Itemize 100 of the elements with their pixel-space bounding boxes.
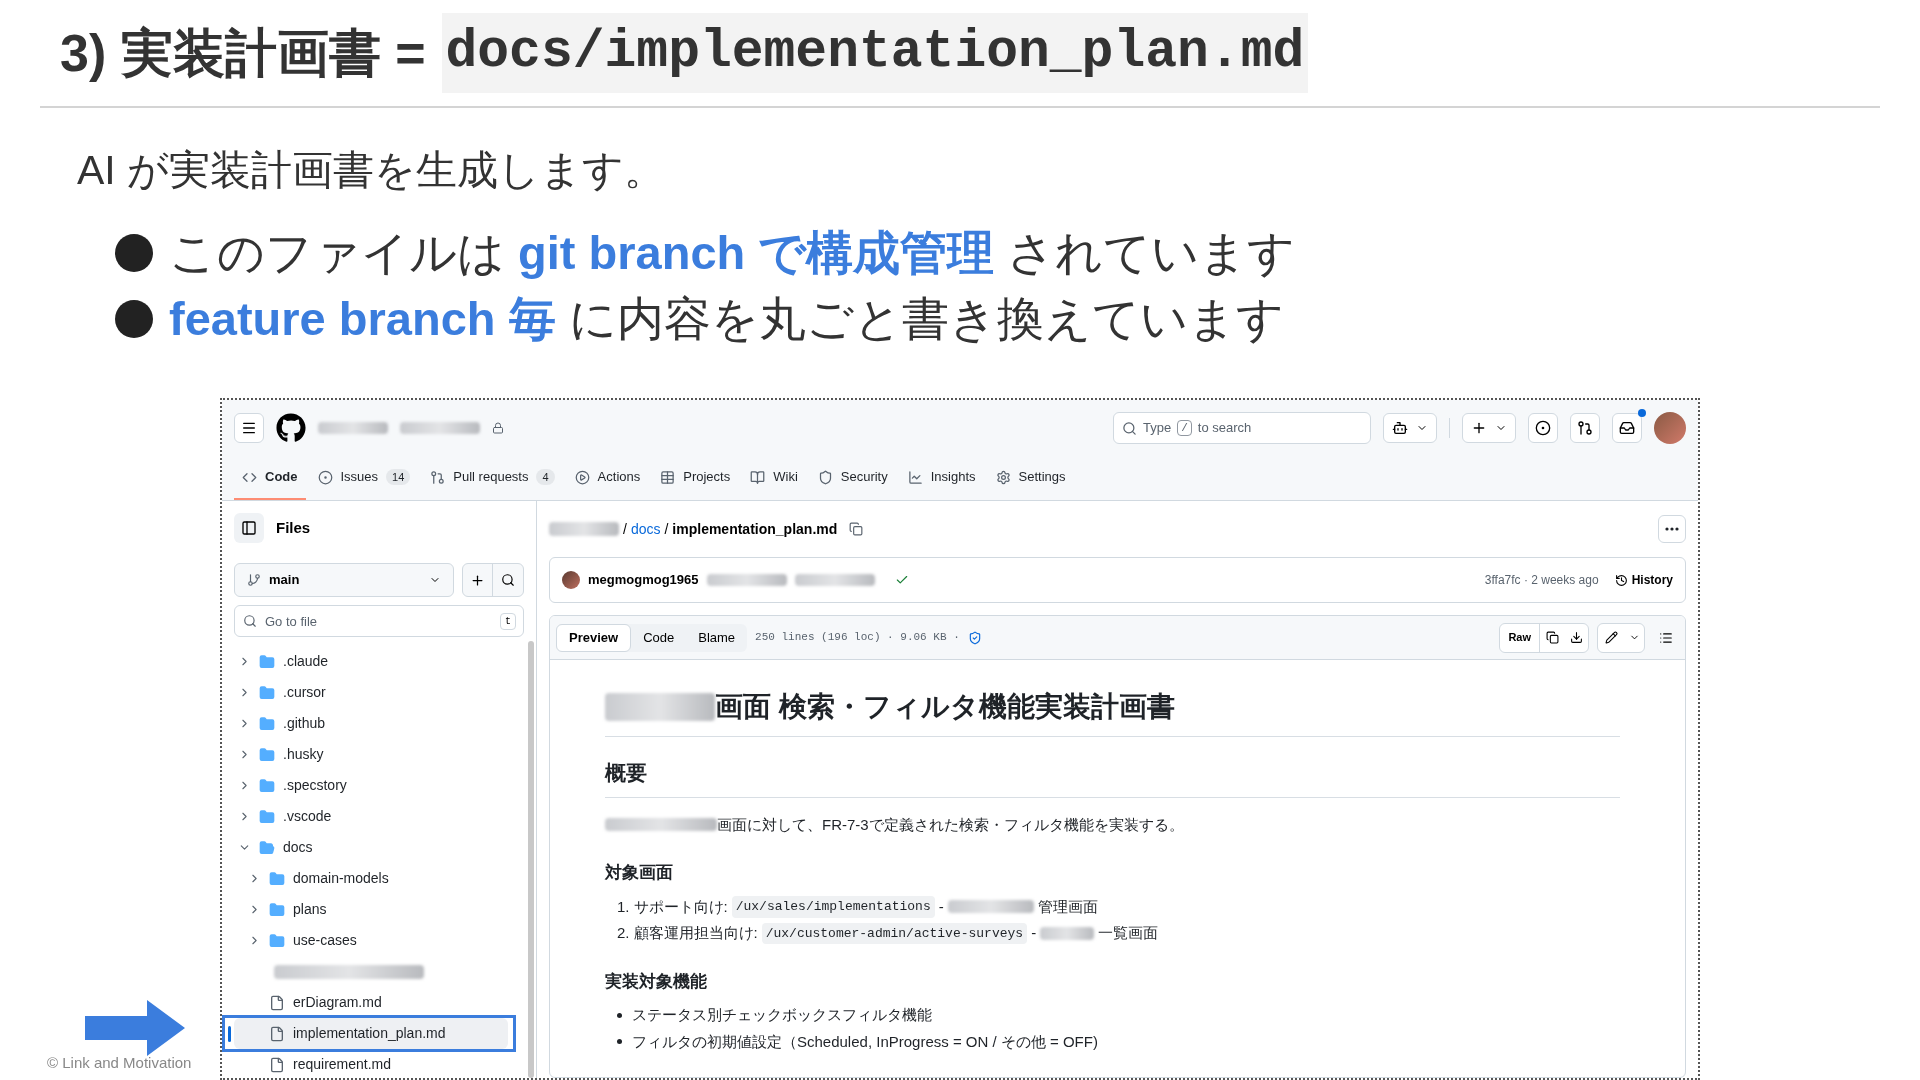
lock-icon	[492, 422, 504, 434]
arrow-icon	[85, 1000, 185, 1056]
more-button[interactable]	[1658, 515, 1686, 543]
view-tab[interactable]: Preview	[556, 623, 632, 652]
create-button[interactable]	[1462, 413, 1516, 443]
subsection-heading: 実装対象機能	[605, 970, 708, 993]
download-icon	[1569, 631, 1583, 644]
copy-icon	[1545, 631, 1559, 644]
tree-item[interactable]: .github	[234, 708, 508, 739]
title-code: docs/implementation_plan.md	[441, 13, 1309, 93]
count-badge: 14	[386, 468, 411, 486]
list-text: -	[938, 896, 944, 917]
section-heading: 概要	[605, 757, 1620, 798]
folder-icon	[269, 932, 285, 949]
pull-requests-button[interactable]	[1570, 413, 1600, 443]
copyright-text: © Link and Motivation	[47, 1052, 192, 1073]
tree-item[interactable]: .specstory	[234, 770, 508, 801]
shortcut-key: t	[500, 613, 516, 630]
list-text: 管理画面	[1037, 896, 1098, 917]
document-title: 画面 検索・フィルタ機能実装計画書	[715, 690, 1175, 724]
play-icon	[574, 469, 590, 485]
plus-icon	[470, 572, 485, 588]
file-info: 250 lines (196 loc) · 9.06 KB ·	[755, 630, 960, 646]
inbox-icon	[1619, 420, 1635, 436]
repo-tab[interactable]: Projects	[652, 456, 739, 500]
inline-code: /ux/customer-admin/active-surveys	[761, 922, 1028, 944]
search-icon	[1122, 420, 1137, 436]
tree-item[interactable]: use-cases	[234, 925, 508, 956]
repo-tab[interactable]: Insights	[899, 456, 984, 500]
tree-item[interactable]: .cursor	[234, 677, 508, 708]
shield-icon	[967, 630, 982, 645]
inbox-button[interactable]	[1612, 413, 1642, 443]
search-icon	[501, 573, 515, 587]
issue-icon	[317, 469, 333, 485]
sidebar-title: Files	[276, 517, 311, 538]
tree-item[interactable]: requirement.md	[234, 1049, 508, 1078]
copy-icon	[849, 522, 864, 536]
count-badge: 4	[536, 468, 555, 486]
repo-tab[interactable]: Pull requests 4	[422, 456, 563, 500]
branch-select[interactable]: main	[234, 563, 454, 597]
list-text: ステータス別チェックボックスフィルタ機能	[632, 1005, 932, 1025]
search-field[interactable]: Type / to search	[1113, 412, 1371, 444]
folder-icon	[259, 777, 275, 794]
list-text: -	[1031, 923, 1037, 943]
commit-meta: 3ffa7fc · 2 weeks ago	[1484, 572, 1599, 589]
redacted-block	[318, 422, 388, 434]
selection-bar	[228, 1026, 231, 1042]
repo-tab[interactable]: Issues 14	[309, 456, 419, 500]
list-text: 顧客運用担当向け:	[633, 923, 758, 943]
bullet-text: feature branch 毎 に内容を丸ごと書き換えています	[169, 290, 1284, 347]
file-icon	[269, 994, 285, 1011]
bullet-icon	[115, 300, 153, 338]
paragraph: 画面に対して、FR-7-3で定義された検索・フィルタ機能を実装する。	[717, 814, 1184, 835]
lead-text: AI が実装計画書を生成します。	[77, 146, 666, 195]
folder-icon	[259, 746, 275, 763]
tree-item[interactable]: docs	[234, 832, 508, 863]
tree-item[interactable]: implementation_plan.md	[234, 1018, 508, 1049]
search-hint: Type	[1143, 419, 1172, 438]
view-tab[interactable]: Code	[631, 623, 687, 652]
sidebar-toggle[interactable]	[234, 513, 264, 543]
table-icon	[660, 469, 676, 485]
commit-author: megmogmog1965	[588, 571, 699, 590]
repo-tab[interactable]: Actions	[566, 456, 649, 500]
issues-button[interactable]	[1528, 413, 1558, 443]
tree-item[interactable]: erDiagram.md	[234, 987, 508, 1018]
repo-tab[interactable]: Settings	[987, 456, 1074, 500]
shortcut-key: /	[1177, 420, 1192, 436]
menu-button[interactable]	[234, 413, 264, 443]
folder-icon	[259, 715, 275, 732]
avatar[interactable]	[1654, 412, 1686, 444]
copilot-button[interactable]	[1383, 413, 1437, 443]
github-logo-icon	[276, 413, 306, 443]
repo-tab[interactable]: Security	[809, 456, 896, 500]
folder-icon	[269, 870, 285, 887]
folder-icon	[269, 901, 285, 918]
folder-icon	[259, 808, 275, 825]
tree-item[interactable]: plans	[234, 894, 508, 925]
plus-icon	[1471, 420, 1487, 436]
history-button[interactable]: History	[1614, 571, 1673, 589]
repo-tab[interactable]: Wiki	[742, 456, 806, 500]
tree-item[interactable]: domain-models	[234, 863, 508, 894]
list-text: フィルタの初期値設定（Scheduled, InProgress = ON / その他 = OFF)	[632, 1031, 1098, 1052]
folder-icon	[259, 684, 275, 701]
view-tab[interactable]: Blame	[686, 623, 748, 652]
pencil-icon	[1604, 631, 1618, 644]
folder-icon	[259, 839, 275, 856]
shield-icon	[817, 469, 833, 485]
inline-code: /ux/sales/implementations	[731, 896, 935, 918]
path-separator: /	[623, 519, 627, 539]
bullet-icon	[617, 1039, 622, 1045]
tree-item[interactable]: .vscode	[234, 801, 508, 832]
breadcrumb-link[interactable]: docs	[630, 518, 661, 540]
tree-item[interactable]: .husky	[234, 739, 508, 770]
menu-icon	[241, 420, 257, 436]
tree-item[interactable]: .claude	[234, 646, 508, 677]
graph-icon	[907, 469, 923, 485]
repo-tab[interactable]: Code	[234, 456, 306, 500]
bullet-icon	[115, 234, 153, 272]
bullet-icon	[617, 1012, 622, 1018]
path-separator: /	[664, 519, 669, 539]
